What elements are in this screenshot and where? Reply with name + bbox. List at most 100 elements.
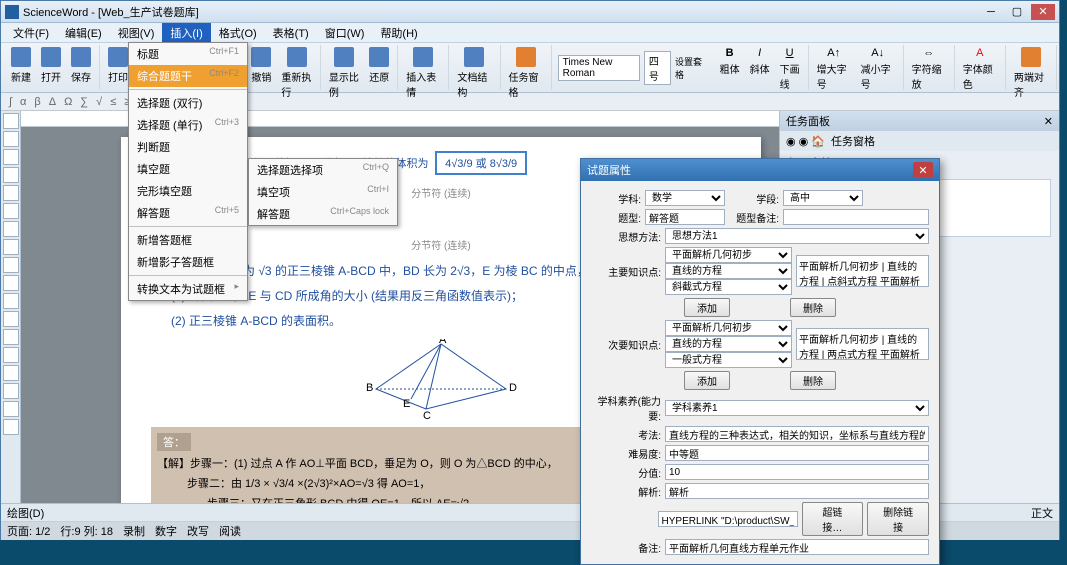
eq-symbol[interactable]: ∑ — [80, 96, 88, 108]
remark-input[interactable] — [665, 539, 929, 555]
sec-kp2-select[interactable]: 直线的方程 — [665, 336, 792, 352]
main-kp-list[interactable]: 平面解析几何初步 | 直线的方程 | 点斜式方程 平面解析几何初步 | 直线的方… — [796, 255, 929, 287]
method-select[interactable]: 思想方法1 — [665, 228, 929, 244]
score-input[interactable] — [665, 464, 929, 480]
dropdown-item[interactable]: 完形填空题 — [129, 180, 247, 202]
eq-symbol[interactable]: β — [34, 96, 40, 108]
font-color-button[interactable]: A字体颜色 — [959, 45, 1001, 93]
dropdown-item[interactable]: 选择题 (单行)Ctrl+3 — [129, 114, 247, 136]
reexec-button[interactable]: 重新执行 — [277, 45, 315, 101]
main-kp1-select[interactable]: 平面解析几何初步 — [665, 247, 792, 263]
menu-4[interactable]: 格式(O) — [211, 23, 265, 43]
undo-button[interactable]: 撤销 — [247, 45, 275, 101]
vtool-btn-8[interactable] — [3, 257, 19, 273]
menu-7[interactable]: 帮助(H) — [372, 23, 425, 43]
minimize-button[interactable]: ─ — [979, 4, 1003, 20]
dropdown-item[interactable]: 判断题 — [129, 136, 247, 158]
vtool-btn-11[interactable] — [3, 311, 19, 327]
main-kp3-select[interactable]: 斜截式方程 — [665, 279, 792, 295]
insert-expr-button[interactable]: 插入表情 — [402, 45, 444, 101]
sec-kp1-select[interactable]: 平面解析几何初步 — [665, 320, 792, 336]
justify-button[interactable]: 两端对齐 — [1010, 45, 1052, 101]
eq-symbol[interactable]: ≤ — [110, 96, 116, 108]
open-button[interactable]: 打开 — [37, 45, 65, 86]
del-sec-kp-button[interactable]: 删除 — [790, 371, 836, 390]
eq-symbol[interactable]: √ — [96, 96, 102, 108]
stage-select[interactable]: 高中 — [783, 190, 863, 206]
eq-symbol[interactable]: ∫ — [9, 96, 12, 108]
task-pane-button[interactable]: 任务窗格 — [505, 45, 547, 101]
eq-symbol[interactable]: Ω — [64, 96, 72, 108]
qtype-input[interactable] — [645, 209, 725, 225]
menu-0[interactable]: 文件(F) — [5, 23, 57, 43]
submenu-item[interactable]: 解答题Ctrl+Caps lock — [249, 203, 397, 225]
vtool-btn-12[interactable] — [3, 329, 19, 345]
menu-1[interactable]: 编辑(E) — [57, 23, 110, 43]
vtool-btn-17[interactable] — [3, 419, 19, 435]
doc-structure-button[interactable]: 文档结构 — [453, 45, 495, 101]
menu-5[interactable]: 表格(T) — [265, 23, 317, 43]
add-main-kp-button[interactable]: 添加 — [684, 298, 730, 317]
save-button[interactable]: 保存 — [67, 45, 95, 86]
decrease-font-button[interactable]: A↓减小字号 — [857, 45, 899, 93]
reset-button[interactable]: 还原 — [365, 45, 393, 101]
new-button[interactable]: 新建 — [7, 45, 35, 86]
vtool-btn-4[interactable] — [3, 185, 19, 201]
vtool-btn-2[interactable] — [3, 149, 19, 165]
style-indicator[interactable]: 正文 — [1031, 505, 1053, 521]
dropdown-item[interactable]: 标题Ctrl+F1 — [129, 43, 247, 65]
add-sec-kp-button[interactable]: 添加 — [684, 371, 730, 390]
vtool-btn-5[interactable] — [3, 203, 19, 219]
dialog-close-button[interactable]: ✕ — [913, 162, 933, 178]
close-button[interactable]: ✕ — [1031, 4, 1055, 20]
analysis-input[interactable] — [665, 483, 929, 499]
bold-button[interactable]: B粗体 — [716, 45, 744, 93]
draw-label[interactable]: 绘图(D) — [7, 505, 44, 521]
vtool-btn-13[interactable] — [3, 347, 19, 363]
sec-kp-list[interactable]: 平面解析几何初步 | 直线的方程 | 两点式方程 平面解析几何初步 | 直线的方… — [796, 328, 929, 360]
remove-link-button[interactable]: 删除链接 — [867, 502, 929, 536]
vtool-btn-14[interactable] — [3, 365, 19, 381]
increase-font-button[interactable]: A↑增大字号 — [813, 45, 855, 93]
equation-box[interactable]: 4√3/9 或 8√3/9 — [435, 151, 527, 175]
dropdown-item[interactable]: 综合题题干Ctrl+F2 — [129, 65, 247, 87]
vtool-btn-10[interactable] — [3, 293, 19, 309]
submenu-item[interactable]: 选择题选择项Ctrl+Q — [249, 159, 397, 181]
italic-button[interactable]: I斜体 — [746, 45, 774, 93]
dropdown-item[interactable]: 新增答题框 — [129, 229, 247, 251]
qnote-input[interactable] — [783, 209, 929, 225]
link-input[interactable] — [658, 511, 798, 527]
submenu-item[interactable]: 填空项Ctrl+I — [249, 181, 397, 203]
vtool-btn-16[interactable] — [3, 401, 19, 417]
font-family-select[interactable]: Times New Roman — [558, 55, 640, 81]
vtool-btn-1[interactable] — [3, 131, 19, 147]
exam-input[interactable] — [665, 426, 929, 442]
dropdown-item[interactable]: 选择题 (双行) — [129, 92, 247, 114]
underline-button[interactable]: U下画线 — [776, 45, 804, 93]
vtool-btn-6[interactable] — [3, 221, 19, 237]
char-spacing-button[interactable]: ⇔字符缩放 — [908, 45, 950, 93]
dropdown-item[interactable]: 解答题Ctrl+5 — [129, 202, 247, 224]
format-set-link[interactable]: 设置套格 — [675, 55, 706, 81]
vtool-btn-9[interactable] — [3, 275, 19, 291]
vtool-btn-7[interactable] — [3, 239, 19, 255]
vtool-btn-0[interactable] — [3, 113, 19, 129]
del-main-kp-button[interactable]: 删除 — [790, 298, 836, 317]
dropdown-item[interactable]: 转换文本为试题框▸ — [129, 278, 247, 300]
quality-select[interactable]: 学科素养1 — [665, 400, 929, 416]
eq-symbol[interactable]: Δ — [49, 96, 56, 108]
hyperlink-button[interactable]: 超链接… — [802, 502, 864, 536]
main-kp2-select[interactable]: 直线的方程 — [665, 263, 792, 279]
dropdown-item[interactable]: 新增影子答题框 — [129, 251, 247, 273]
diff-input[interactable] — [665, 445, 929, 461]
maximize-button[interactable]: ▢ — [1005, 4, 1029, 20]
eq-symbol[interactable]: α — [20, 96, 26, 108]
menu-2[interactable]: 视图(V) — [110, 23, 163, 43]
vtool-btn-3[interactable] — [3, 167, 19, 183]
menu-6[interactable]: 窗口(W) — [317, 23, 373, 43]
sec-kp3-select[interactable]: 一般式方程 — [665, 352, 792, 368]
vtool-btn-15[interactable] — [3, 383, 19, 399]
zoom-button[interactable]: 显示比例 — [325, 45, 363, 101]
menu-3[interactable]: 插入(I) — [162, 23, 210, 43]
dropdown-item[interactable]: 填空题 — [129, 158, 247, 180]
